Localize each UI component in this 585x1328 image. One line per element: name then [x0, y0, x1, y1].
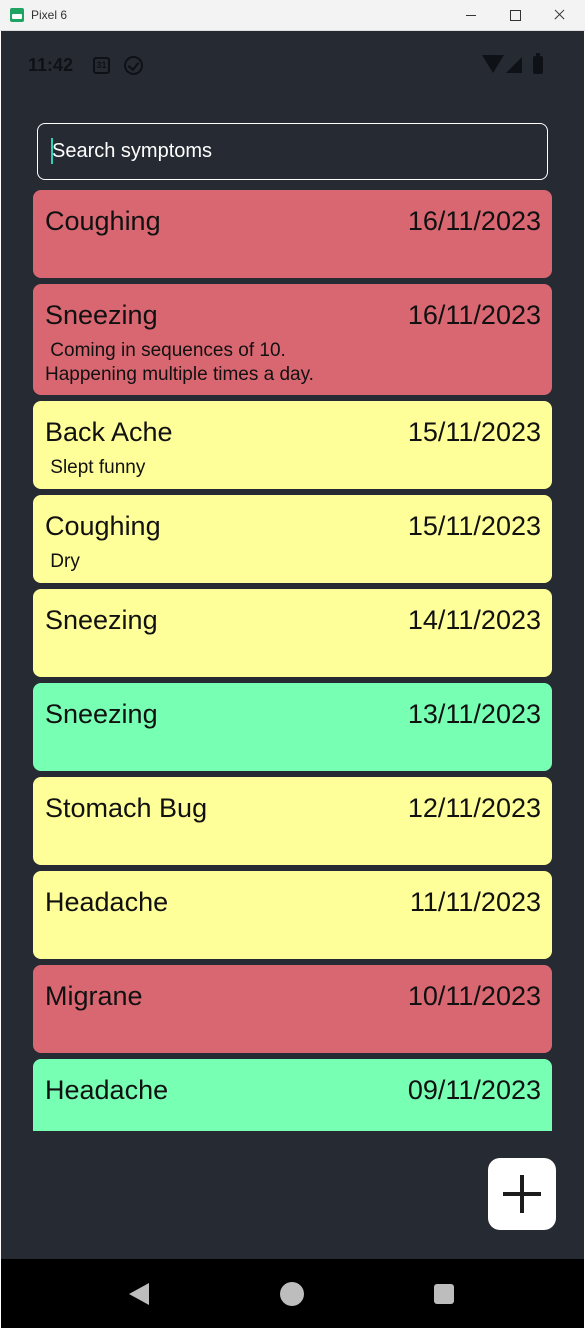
symptom-name: Stomach Bug	[45, 793, 208, 823]
window-title: Pixel 6	[31, 8, 68, 22]
symptom-date: 11/11/2023	[409, 887, 541, 917]
symptom-card[interactable]: Stomach Bug 12/11/2023	[33, 777, 552, 865]
symptom-name: Sneezing	[45, 699, 158, 729]
symptom-name: Back Ache	[45, 417, 173, 447]
home-icon[interactable]	[280, 1282, 304, 1306]
symptom-note: Slept funny	[45, 457, 146, 478]
signal-icon	[506, 57, 522, 73]
android-studio-emulator-icon	[10, 8, 24, 22]
symptom-date: 14/11/2023	[407, 605, 541, 635]
symptom-name: Migrane	[45, 981, 143, 1011]
symptom-card[interactable]: Coughing 16/11/2023	[33, 190, 552, 278]
recents-icon[interactable]	[434, 1284, 454, 1304]
back-icon[interactable]	[129, 1283, 149, 1305]
symptom-note: Coming in sequences of 10. Happening mul…	[45, 340, 314, 385]
symptom-card[interactable]: Headache 11/11/2023	[33, 871, 552, 959]
search-input[interactable]	[52, 124, 532, 178]
symptom-date: 10/11/2023	[407, 981, 541, 1011]
symptom-date: 09/11/2023	[407, 1075, 541, 1105]
status-time: 11:42	[28, 55, 74, 75]
symptom-card[interactable]: Migrane 10/11/2023	[33, 965, 552, 1053]
symptom-name: Sneezing	[45, 605, 158, 635]
symptom-note: Dry	[45, 551, 80, 572]
symptom-card[interactable]: Back Ache 15/11/2023 Slept funny	[33, 401, 552, 489]
minimize-icon[interactable]	[460, 4, 482, 26]
symptom-card[interactable]: Coughing 15/11/2023 Dry	[33, 495, 552, 583]
symptom-name: Coughing	[45, 511, 161, 541]
navigation-bar	[1, 1259, 584, 1328]
phone-screen: 11:42 31 Coughing 16/11/2023 Sneezing 16/11…	[1, 31, 584, 1328]
symptom-card[interactable]: Sneezing 13/11/2023	[33, 683, 552, 771]
check-circle-icon	[124, 56, 143, 75]
maximize-icon[interactable]	[504, 4, 526, 26]
close-icon[interactable]	[549, 4, 571, 26]
symptom-date: 16/11/2023	[407, 300, 541, 330]
symptom-date: 16/11/2023	[407, 206, 541, 236]
symptom-date: 13/11/2023	[407, 699, 541, 729]
status-bar: 11:42 31	[1, 31, 584, 101]
calendar-icon: 31	[93, 57, 110, 74]
symptom-card[interactable]: Sneezing 16/11/2023 Coming in sequences o…	[33, 284, 552, 395]
symptom-list[interactable]: Coughing 16/11/2023 Sneezing 16/11/2023 Com…	[33, 190, 552, 1131]
battery-icon	[533, 53, 543, 74]
search-box[interactable]	[37, 123, 548, 180]
symptom-name: Sneezing	[45, 300, 158, 330]
window-title-bar: Pixel 6	[0, 0, 585, 31]
symptom-name: Coughing	[45, 206, 161, 236]
wifi-icon	[482, 55, 504, 73]
symptom-name: Headache	[45, 1075, 169, 1105]
symptom-card[interactable]: Sneezing 14/11/2023	[33, 589, 552, 677]
symptom-name: Headache	[45, 887, 169, 917]
symptom-date: 15/11/2023	[407, 511, 541, 541]
symptom-card[interactable]: Headache 09/11/2023	[33, 1059, 552, 1131]
symptom-date: 15/11/2023	[407, 417, 541, 447]
add-symptom-button[interactable]	[488, 1158, 556, 1230]
symptom-date: 12/11/2023	[407, 793, 541, 823]
